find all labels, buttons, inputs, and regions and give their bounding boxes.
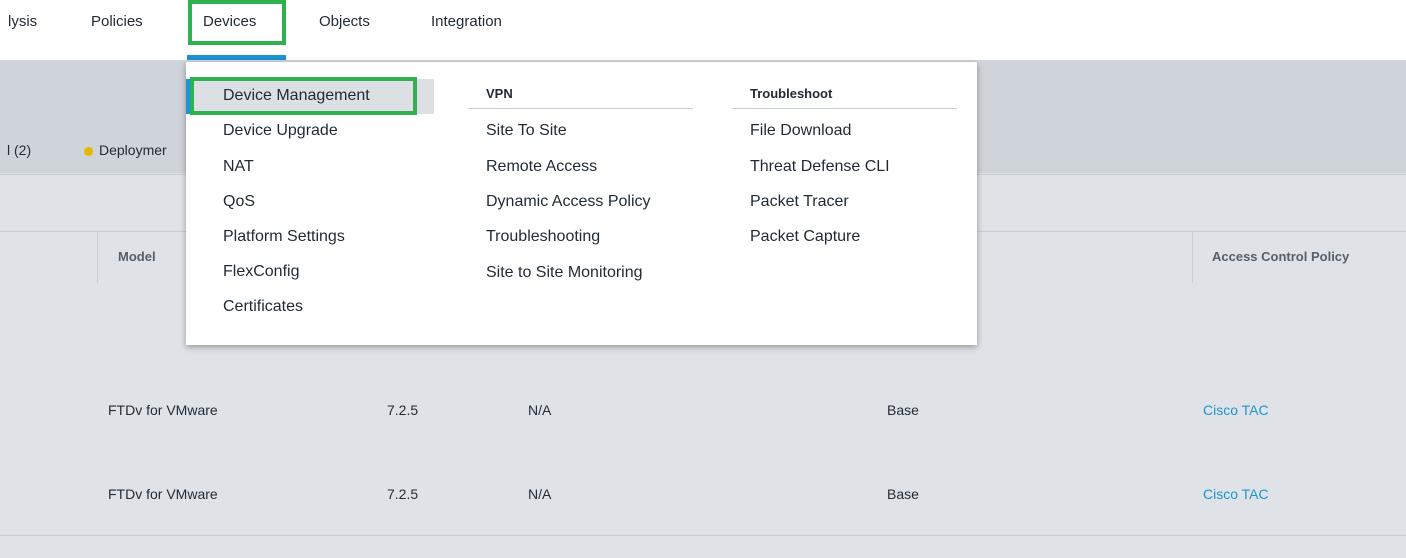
device-count[interactable]: l (2)	[7, 142, 31, 158]
menu-heading-troubleshoot: Troubleshoot	[750, 86, 833, 101]
menu-divider	[732, 108, 957, 109]
column-divider	[97, 231, 98, 283]
menu-site-to-site[interactable]: Site To Site	[486, 122, 567, 140]
nav-active-indicator	[187, 55, 286, 60]
menu-remote-access[interactable]: Remote Access	[486, 158, 597, 176]
cell-chassis: N/A	[528, 486, 552, 502]
table-row[interactable]: FTDv for VMware 7.2.5 N/A Base Cisco TAC	[0, 367, 1406, 452]
cell-model: FTDv for VMware	[108, 486, 218, 502]
cell-acp-link[interactable]: Cisco TAC	[1203, 486, 1269, 502]
menu-qos[interactable]: QoS	[223, 193, 255, 211]
status-warning-icon	[84, 147, 93, 156]
cell-version: 7.2.5	[387, 486, 419, 502]
menu-site-to-site-monitoring[interactable]: Site to Site Monitoring	[486, 264, 643, 282]
menu-device-upgrade[interactable]: Device Upgrade	[223, 122, 338, 140]
menu-vpn-troubleshooting[interactable]: Troubleshooting	[486, 228, 600, 246]
devices-highlight-box	[188, 0, 286, 45]
cell-acp-link[interactable]: Cisco TAC	[1203, 402, 1269, 418]
menu-file-download[interactable]: File Download	[750, 122, 851, 140]
menu-dynamic-access-policy[interactable]: Dynamic Access Policy	[486, 193, 651, 211]
menu-nat[interactable]: NAT	[223, 158, 254, 176]
menu-threat-defense-cli[interactable]: Threat Defense CLI	[750, 158, 890, 176]
cell-licenses: Base	[887, 402, 919, 418]
cell-model: FTDv for VMware	[108, 402, 218, 418]
menu-heading-vpn: VPN	[486, 86, 513, 101]
cell-version: 7.2.5	[387, 402, 419, 418]
menu-packet-capture[interactable]: Packet Capture	[750, 228, 860, 246]
cell-chassis: N/A	[528, 402, 552, 418]
header-model[interactable]: Model	[118, 249, 156, 264]
nav-policies[interactable]: Policies	[91, 0, 143, 44]
nav-integration[interactable]: Integration	[431, 0, 502, 44]
menu-platform-settings[interactable]: Platform Settings	[223, 228, 345, 246]
nav-objects[interactable]: Objects	[319, 0, 370, 44]
header-access-control-policy[interactable]: Access Control Policy	[1212, 249, 1349, 264]
menu-certificates[interactable]: Certificates	[223, 298, 303, 316]
device-management-highlight-box	[190, 77, 417, 115]
menu-packet-tracer[interactable]: Packet Tracer	[750, 193, 849, 211]
deployment-status[interactable]: Deploymer	[99, 142, 167, 158]
nav-analysis[interactable]: lysis	[8, 0, 37, 44]
menu-flexconfig[interactable]: FlexConfig	[223, 263, 299, 281]
table-row[interactable]: FTDv for VMware 7.2.5 N/A Base Cisco TAC	[0, 451, 1406, 536]
cell-licenses: Base	[887, 486, 919, 502]
menu-divider	[468, 108, 693, 109]
column-divider	[1192, 231, 1193, 283]
